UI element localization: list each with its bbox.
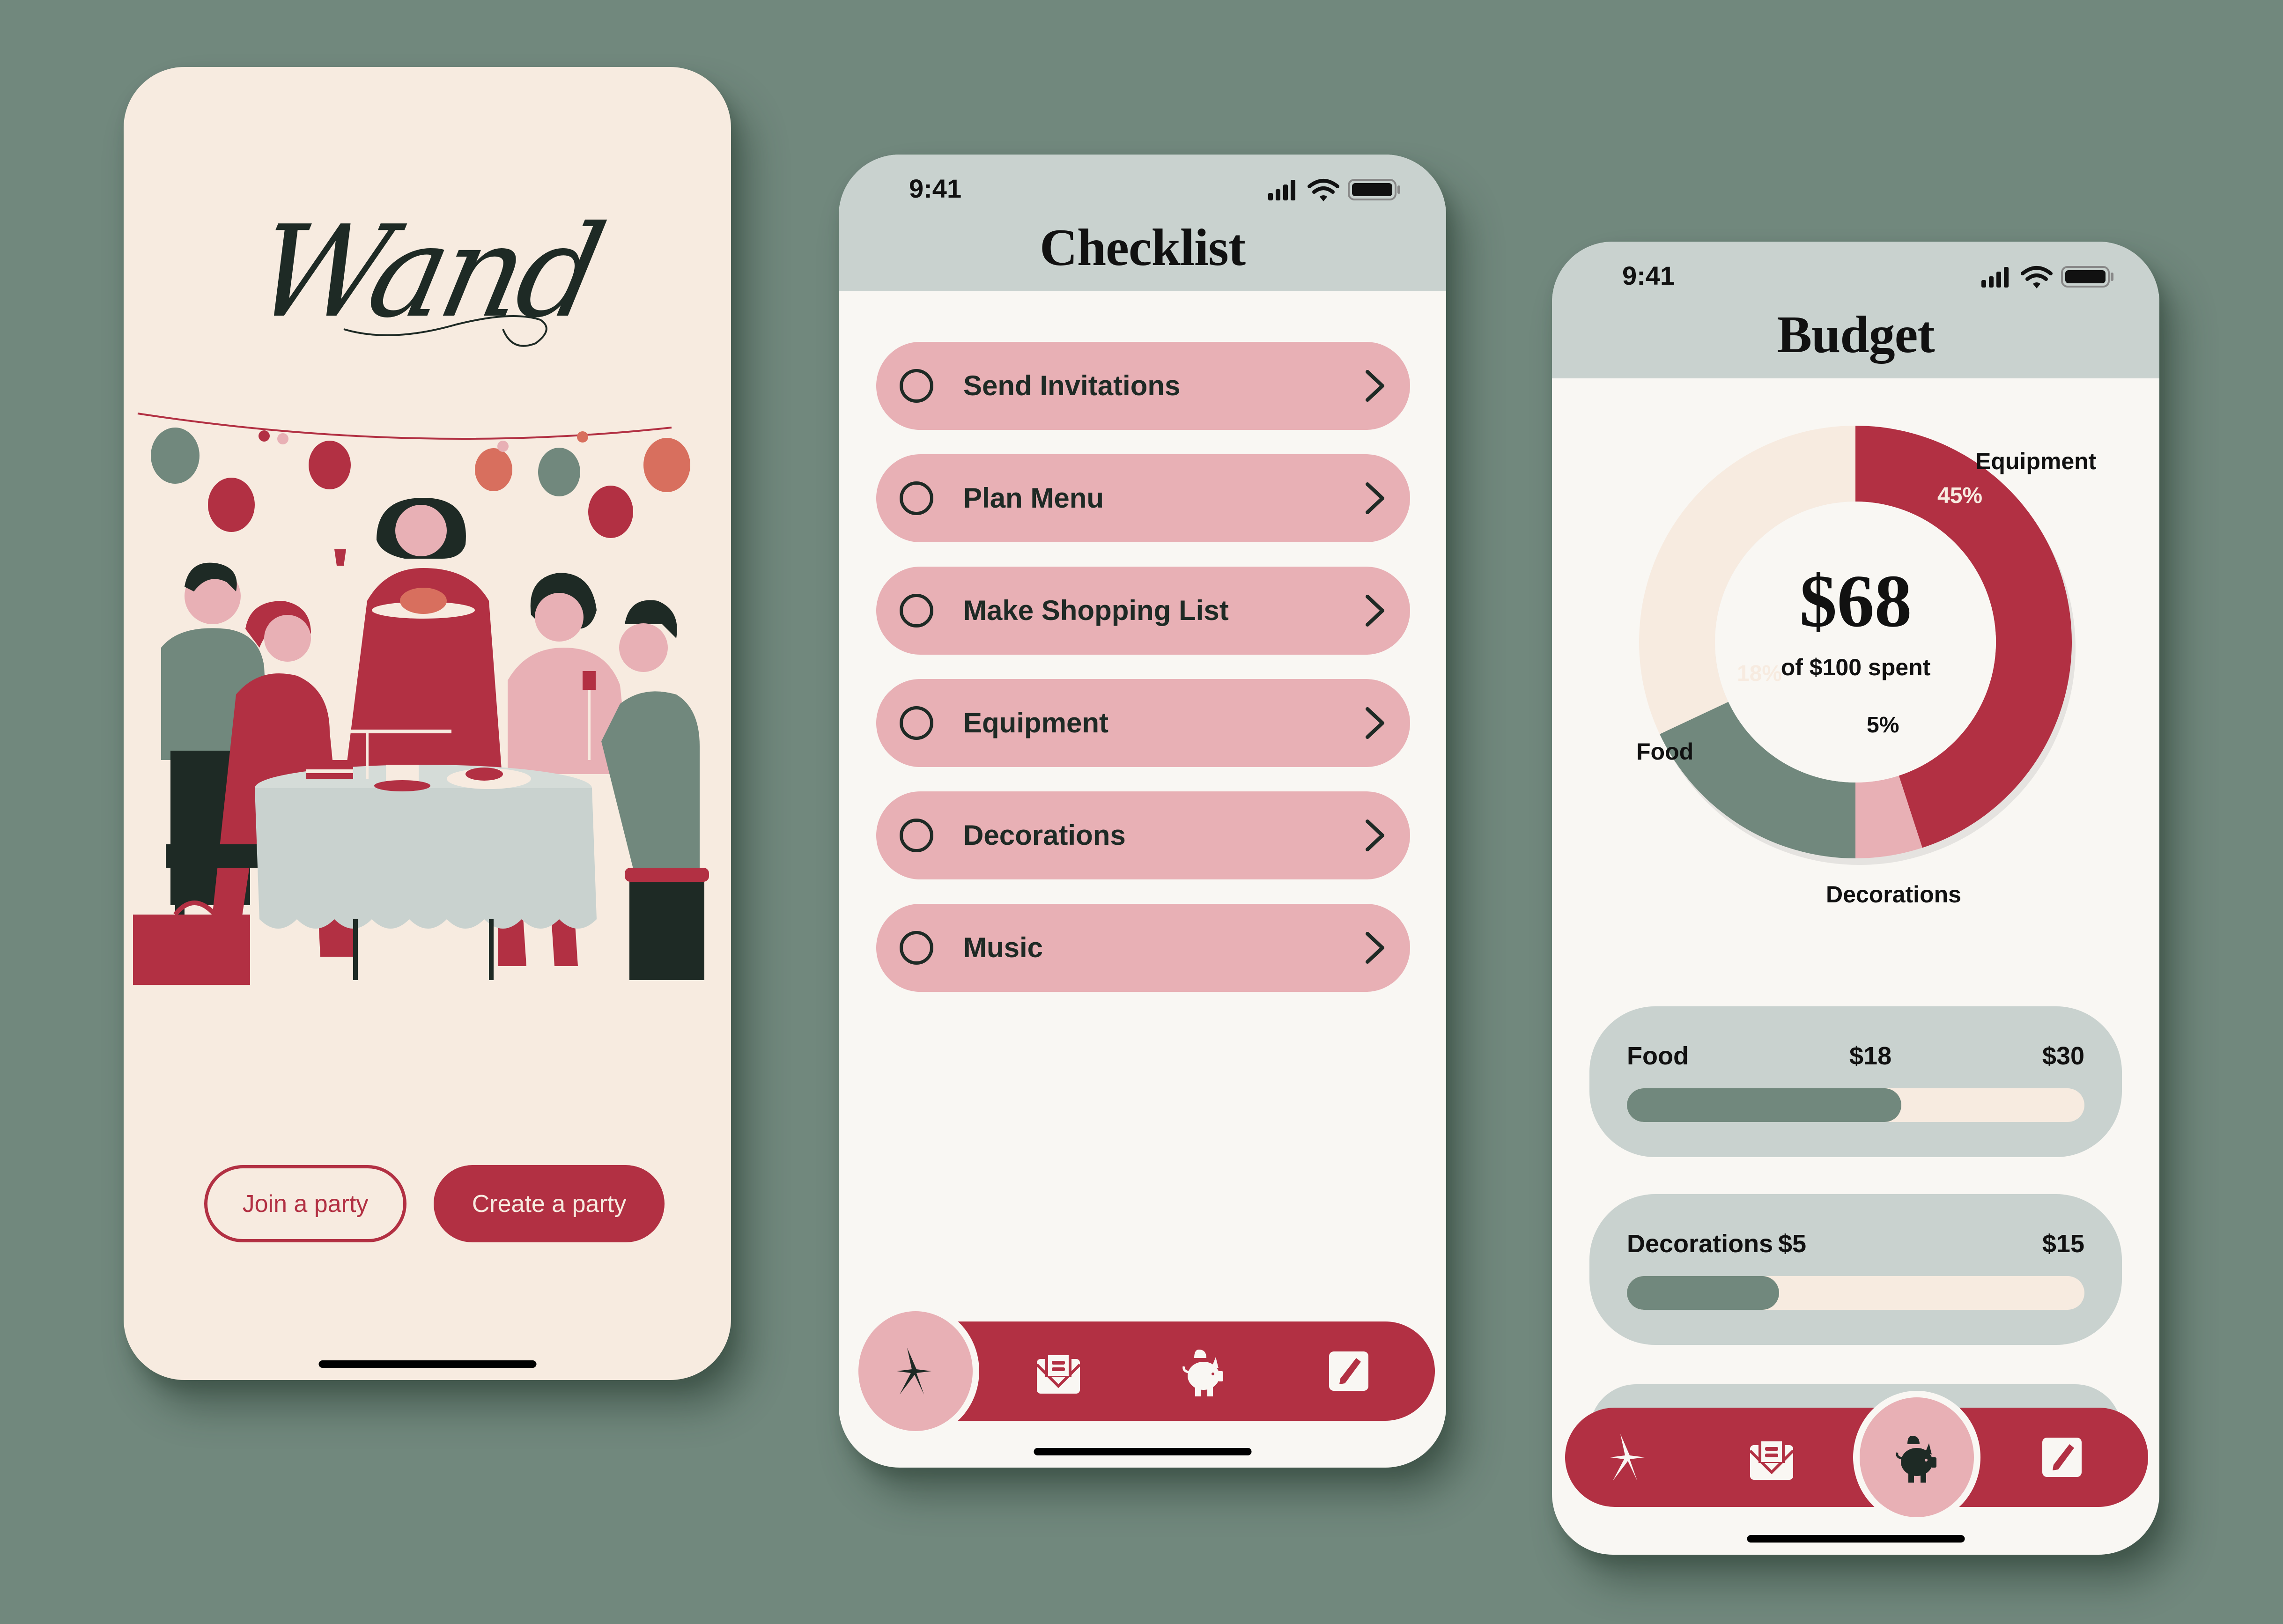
checkbox-circle-icon[interactable] xyxy=(900,369,933,403)
budget-card-total: $30 xyxy=(2042,1042,2084,1070)
nav-notes-button[interactable] xyxy=(1299,1321,1398,1421)
chevron-right-icon xyxy=(1366,707,1384,739)
status-time: 9:41 xyxy=(909,174,962,203)
guest-host-woman xyxy=(334,498,503,788)
battery-icon xyxy=(1348,179,1400,200)
checklist-item[interactable]: Music xyxy=(876,904,1410,992)
checklist-item-label: Plan Menu xyxy=(963,482,1104,514)
budget-card-food[interactable]: Food $18 $30 xyxy=(1589,1006,2122,1157)
welcome-screen: Wand Join a party Create a party xyxy=(124,67,731,1380)
budget-progress-track xyxy=(1627,1088,2084,1122)
chevron-right-icon xyxy=(1366,819,1384,851)
pencil-icon xyxy=(1329,1351,1368,1391)
garland-string xyxy=(137,413,672,440)
chevron-right-icon xyxy=(1366,482,1384,514)
budget-card-spent: $5 xyxy=(1778,1230,1807,1258)
pencil-icon xyxy=(2042,1438,2082,1477)
checklist-item[interactable]: Equipment xyxy=(876,679,1410,767)
piggy-bank-icon xyxy=(1182,1350,1223,1396)
budget-card-total: $15 xyxy=(2042,1230,2084,1258)
create-party-button[interactable]: Create a party xyxy=(434,1165,665,1242)
bottom-nav xyxy=(852,1311,1435,1431)
chevron-right-icon xyxy=(1366,370,1384,402)
budget-card-decorations[interactable]: Decorations $5 $15 xyxy=(1589,1194,2122,1345)
nav-home-button[interactable] xyxy=(858,1311,973,1431)
legend-label-decorations: Decorations xyxy=(1826,881,1961,908)
nav-invitations-button[interactable] xyxy=(1009,1321,1108,1421)
checklist-item[interactable]: Send Invitations xyxy=(876,342,1410,430)
nav-budget-button[interactable] xyxy=(1154,1321,1253,1421)
pct-label-decorations: 5% xyxy=(1867,713,1899,738)
bottom-nav xyxy=(1565,1397,2148,1517)
piggy-bank-icon xyxy=(1896,1436,1936,1483)
pct-label-food: 18% xyxy=(1737,661,1782,686)
join-party-button[interactable]: Join a party xyxy=(204,1165,406,1242)
budget-progress-fill xyxy=(1627,1276,1780,1310)
checklist-item-label: Equipment xyxy=(963,707,1108,738)
nav-budget-button[interactable] xyxy=(1860,1397,1974,1517)
signal-icon xyxy=(1268,180,1295,200)
checklist-header: 9:41 Checklist xyxy=(839,155,1446,291)
budget-card-name: Decorations xyxy=(1627,1230,1773,1258)
sparkle-icon xyxy=(897,1348,931,1395)
signal-icon xyxy=(1981,267,2009,288)
wifi-icon xyxy=(1308,179,1339,201)
sparkle-icon xyxy=(1610,1434,1645,1481)
gift-bag xyxy=(133,901,250,985)
budget-card-spent: $18 xyxy=(1849,1042,1892,1070)
checkbox-circle-icon[interactable] xyxy=(900,594,933,627)
nav-home-button[interactable] xyxy=(1579,1408,1678,1507)
checklist-item[interactable]: Plan Menu xyxy=(876,454,1410,542)
checkbox-circle-icon[interactable] xyxy=(900,481,933,515)
checkbox-circle-icon[interactable] xyxy=(900,819,933,852)
status-time: 9:41 xyxy=(1622,261,1675,290)
checklist-list: Send Invitations Plan Menu Make Shopping L… xyxy=(876,342,1410,1016)
legend-label-food: Food xyxy=(1636,738,1694,765)
envelope-icon xyxy=(1749,1439,1795,1480)
wifi-icon xyxy=(2021,266,2053,288)
spent-amount: $68 xyxy=(1799,559,1912,642)
page-title: Checklist xyxy=(1040,219,1246,277)
nav-notes-button[interactable] xyxy=(2012,1408,2112,1507)
checklist-item[interactable]: Decorations xyxy=(876,791,1410,879)
page-title: Budget xyxy=(1777,306,1935,364)
checklist-item-label: Decorations xyxy=(963,819,1126,851)
pct-label-equipment: 45% xyxy=(1937,483,1983,508)
checkbox-circle-icon[interactable] xyxy=(900,706,933,740)
logo-flourish xyxy=(343,315,547,347)
spent-caption: of $100 spent xyxy=(1781,654,1931,680)
checklist-item-label: Send Invitations xyxy=(963,370,1181,401)
home-indicator xyxy=(1747,1535,1965,1543)
budget-progress-track xyxy=(1627,1276,2084,1310)
battery-icon xyxy=(2061,266,2113,288)
chevron-right-icon xyxy=(1366,595,1384,627)
party-illustration xyxy=(133,413,709,985)
legend-label-equipment: Equipment xyxy=(1975,448,2097,474)
budget-card-name: Food xyxy=(1627,1042,1689,1070)
checklist-item-label: Music xyxy=(963,932,1043,963)
status-icons xyxy=(1981,266,2113,288)
checklist-item-label: Make Shopping List xyxy=(963,595,1229,626)
checklist-item[interactable]: Make Shopping List xyxy=(876,567,1410,655)
budget-header: 9:41 Budget xyxy=(1552,242,2159,378)
chevron-right-icon xyxy=(1366,932,1384,964)
budget-progress-fill xyxy=(1627,1088,1902,1122)
home-indicator xyxy=(318,1360,536,1368)
nav-invitations-button[interactable] xyxy=(1722,1408,1821,1507)
home-indicator xyxy=(1034,1448,1251,1455)
checklist-screen: 9:41 Checklist Send Invitations Plan Menu… xyxy=(839,155,1446,1468)
guest-right-man xyxy=(601,600,709,980)
envelope-icon xyxy=(1035,1352,1081,1394)
budget-donut-chart: $68 of $100 spent Equipment Decorations … xyxy=(1552,377,2159,916)
status-icons xyxy=(1268,179,1400,201)
budget-screen: 9:41 Budget $68 of $100 spent Equipment … xyxy=(1552,242,2159,1555)
checkbox-circle-icon[interactable] xyxy=(900,931,933,965)
